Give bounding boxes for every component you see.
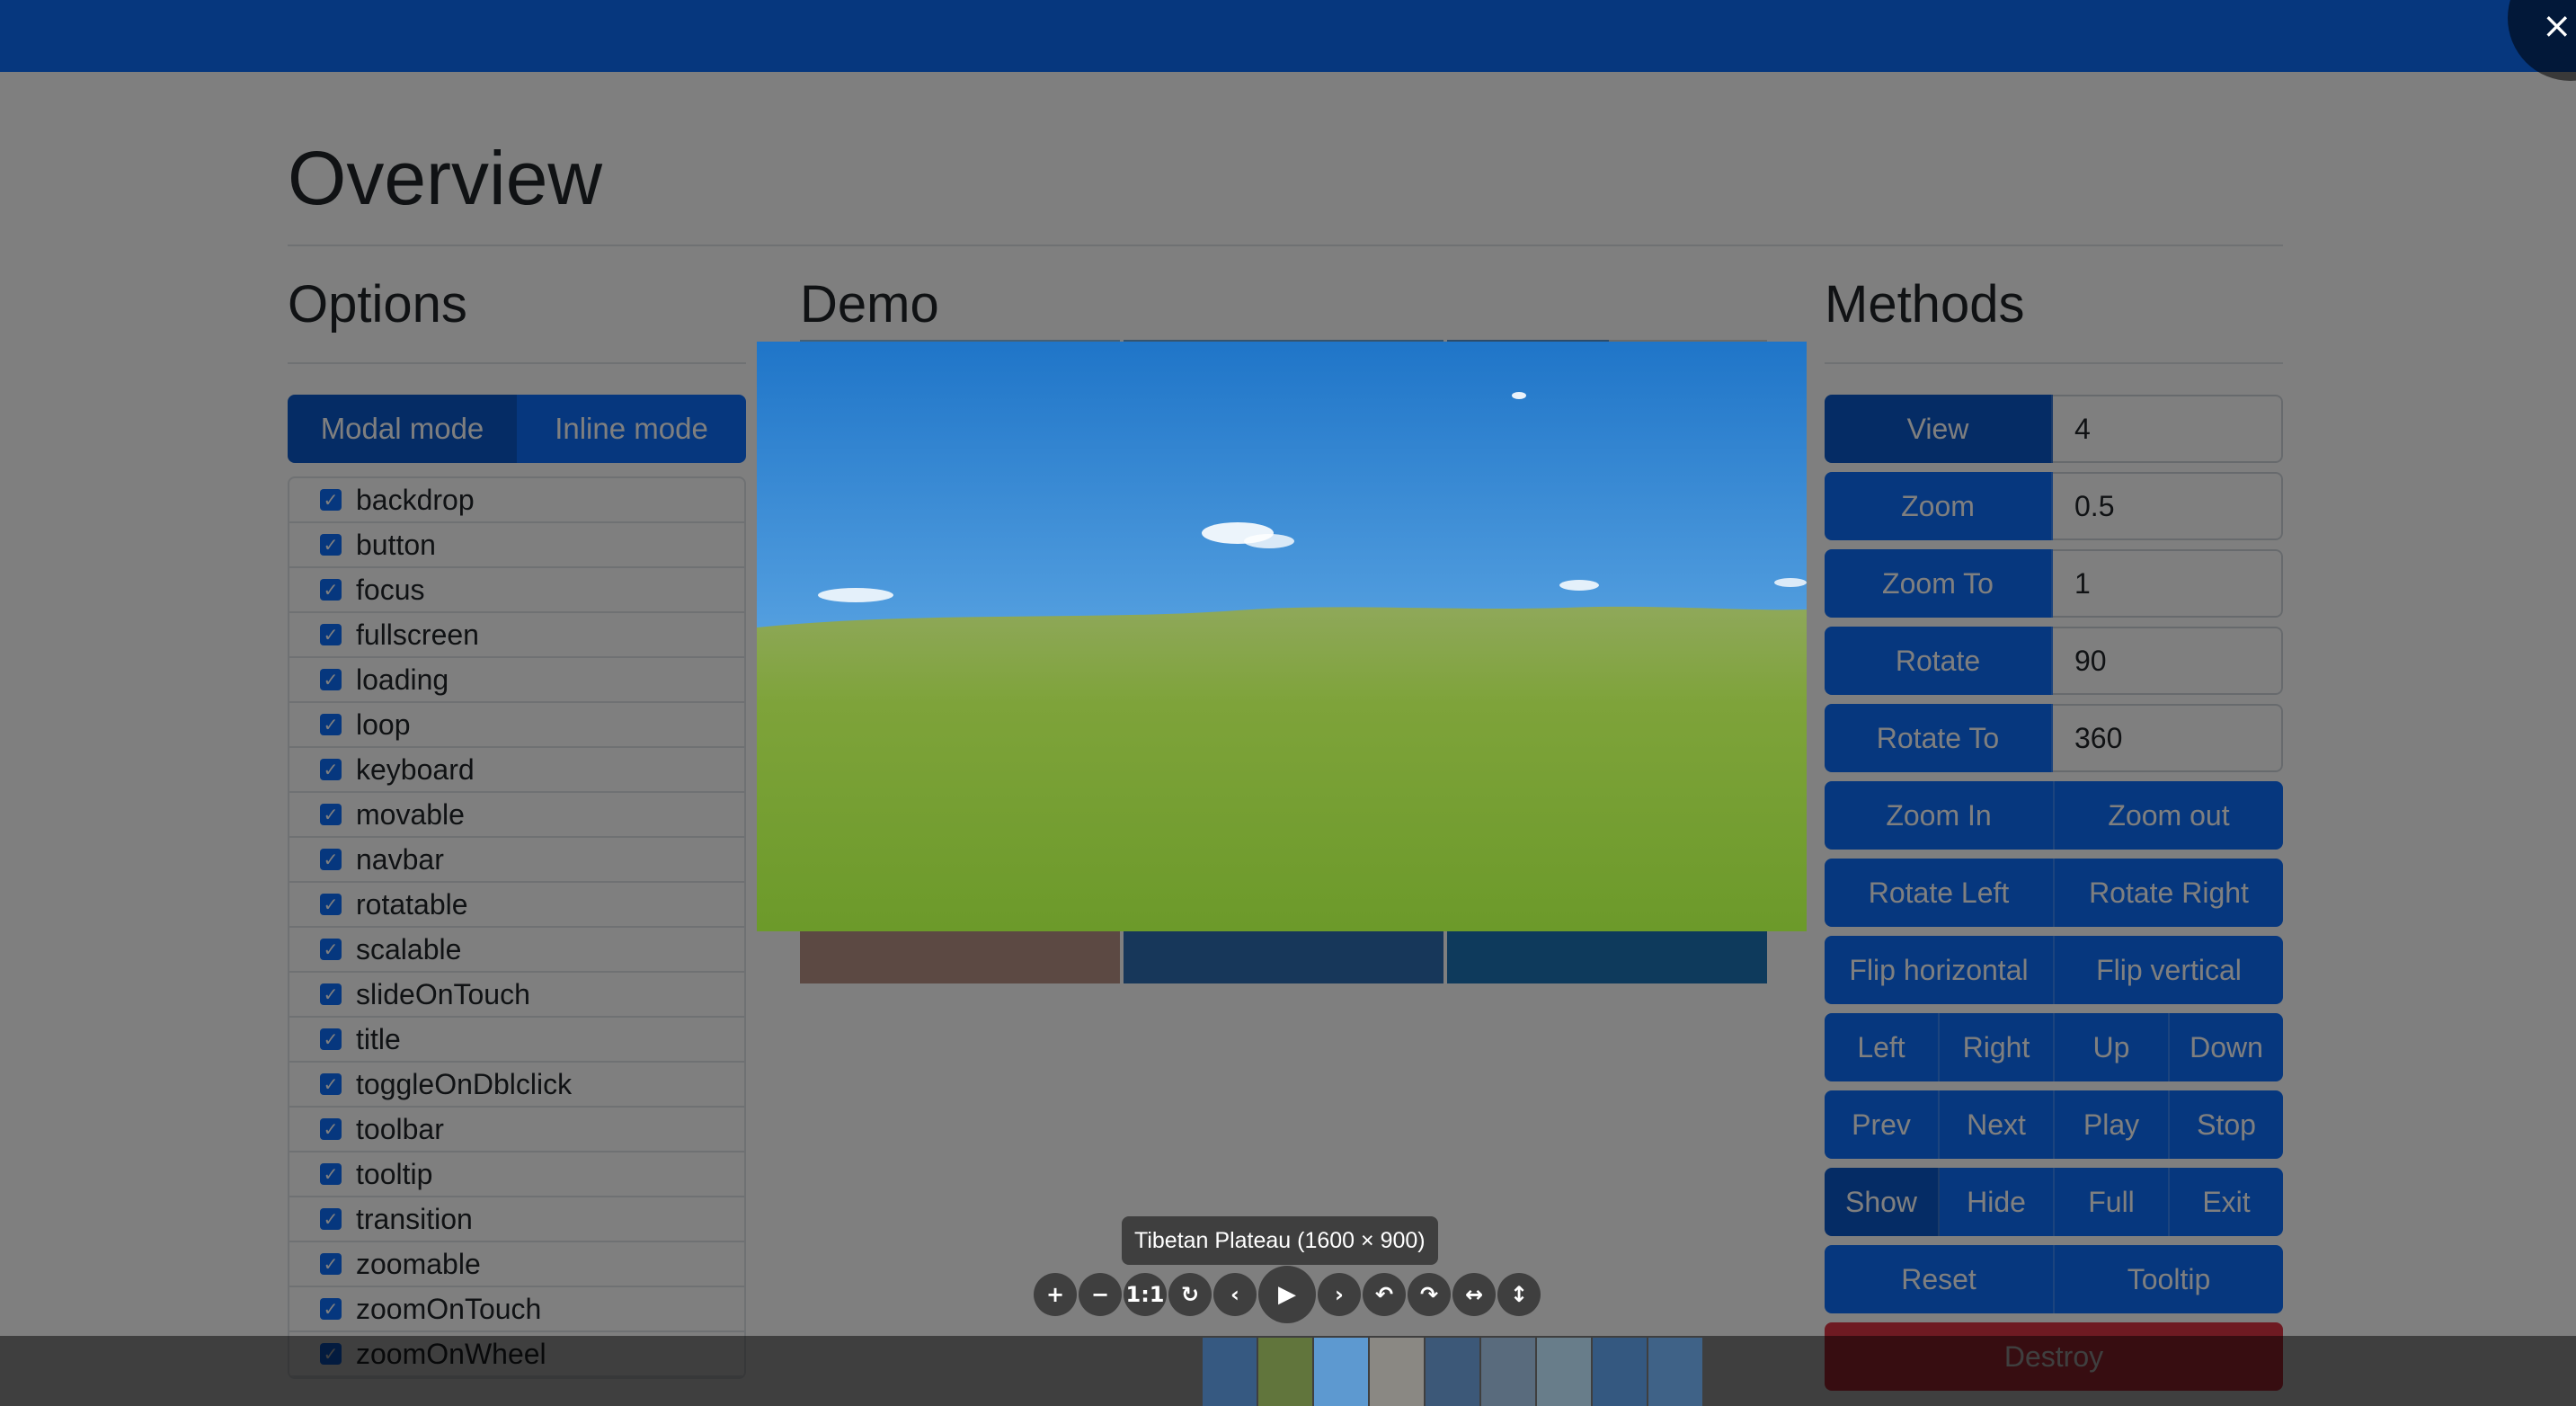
thumbnail[interactable] xyxy=(1537,1338,1591,1406)
thumbnail[interactable] xyxy=(1593,1338,1647,1406)
zoom-in-icon[interactable]: + xyxy=(1034,1273,1077,1316)
flip-horizontal-icon[interactable]: ↔ xyxy=(1452,1273,1496,1316)
play-icon[interactable]: ▶ xyxy=(1258,1266,1316,1323)
thumbnail[interactable] xyxy=(1314,1338,1368,1406)
thumbnail[interactable] xyxy=(1481,1338,1535,1406)
thumbnail[interactable] xyxy=(1426,1338,1479,1406)
viewer-toolbar: + −1:1 ↻ ‹ ▶ › ↶ ↷ ↔ ↕ xyxy=(1034,1266,1541,1323)
thumbnail[interactable] xyxy=(1258,1338,1312,1406)
thumbnail-strip xyxy=(1203,1338,1702,1406)
zoom-out-icon[interactable]: − xyxy=(1079,1273,1122,1316)
flip-vertical-icon[interactable]: ↕ xyxy=(1497,1273,1541,1316)
one-to-one-icon[interactable]: 1:1 xyxy=(1124,1273,1167,1316)
viewer-image[interactable] xyxy=(757,342,1807,931)
thumbnail[interactable] xyxy=(1648,1338,1702,1406)
reset-icon[interactable]: ↻ xyxy=(1168,1273,1212,1316)
close-icon: × xyxy=(2542,5,2572,47)
thumbnail[interactable] xyxy=(1203,1338,1257,1406)
rotate-left-icon[interactable]: ↶ xyxy=(1363,1273,1406,1316)
viewer-title: Tibetan Plateau (1600 × 900) xyxy=(1122,1216,1438,1265)
next-icon[interactable]: › xyxy=(1318,1273,1361,1316)
thumbnail[interactable] xyxy=(1370,1338,1424,1406)
rotate-right-icon[interactable]: ↷ xyxy=(1408,1273,1451,1316)
prev-icon[interactable]: ‹ xyxy=(1213,1273,1257,1316)
